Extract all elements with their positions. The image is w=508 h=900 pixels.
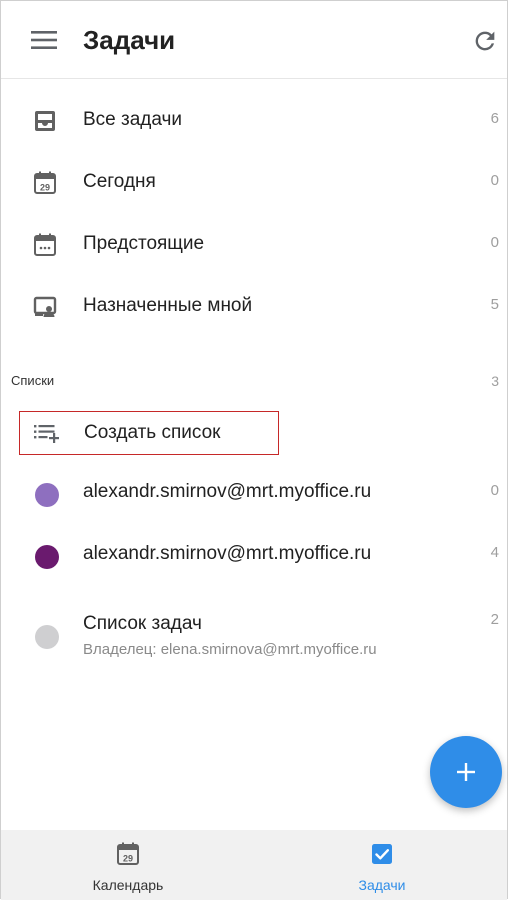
lists-section-header: Списки 3	[1, 369, 507, 393]
list-item[interactable]: Список задач Владелец: elena.smirnova@mr…	[1, 595, 507, 675]
add-task-button[interactable]	[430, 736, 502, 808]
tab-calendar[interactable]: 29 Календарь	[1, 830, 255, 900]
filter-upcoming[interactable]: Предстоящие 0	[1, 215, 507, 275]
create-list-label: Создать список	[84, 422, 221, 443]
checkbox-icon	[372, 844, 392, 864]
filter-label: Сегодня	[83, 171, 156, 192]
list-color-dot	[35, 545, 59, 569]
calendar-day-number: 29	[123, 854, 133, 864]
list-label: alexandr.smirnov@mrt.myoffice.ru	[83, 481, 372, 502]
plus-icon	[457, 763, 475, 781]
assigned-by-me-icon	[33, 296, 57, 317]
inbox-tray-icon	[35, 111, 55, 131]
refresh-icon[interactable]	[471, 27, 499, 55]
tasks-screen: Задачи Все задачи 6 29 Сегодня 0 Предсто…	[0, 0, 508, 900]
filter-label: Все задачи	[83, 109, 183, 130]
list-color-dot	[35, 483, 59, 507]
filter-count: 5	[490, 296, 499, 313]
filter-assigned-by-me[interactable]: Назначенные мной 5	[1, 277, 507, 337]
tab-tasks[interactable]: Задачи	[255, 830, 508, 900]
list-count: 2	[490, 611, 499, 628]
bottom-navigation: 29 Календарь Задачи	[1, 830, 507, 900]
tab-label: Календарь	[92, 877, 164, 893]
list-item[interactable]: alexandr.smirnov@mrt.myoffice.ru 4	[1, 525, 507, 585]
list-count: 4	[490, 544, 499, 561]
list-count: 0	[490, 482, 499, 499]
filter-label: Предстоящие	[83, 233, 205, 254]
calendar-day-icon: 29	[34, 171, 56, 194]
lists-section-count: 3	[491, 373, 499, 389]
list-label: Список задач	[83, 613, 202, 634]
hamburger-menu-icon[interactable]	[31, 29, 57, 51]
calendar-icon: 29	[117, 842, 139, 865]
filter-count: 6	[490, 110, 499, 127]
list-owner: Владелец: elena.smirnova@mrt.myoffice.ru	[83, 641, 377, 658]
list-item[interactable]: alexandr.smirnov@mrt.myoffice.ru 0	[1, 463, 507, 523]
app-bar: Задачи	[1, 1, 507, 79]
playlist-add-icon	[34, 425, 59, 443]
list-label: alexandr.smirnov@mrt.myoffice.ru	[83, 543, 372, 564]
page-title: Задачи	[83, 25, 176, 55]
filter-count: 0	[490, 172, 499, 189]
filter-today[interactable]: 29 Сегодня 0	[1, 153, 507, 213]
calendar-day-number: 29	[40, 183, 50, 193]
list-color-dot	[35, 625, 59, 649]
calendar-upcoming-icon	[34, 233, 56, 256]
create-list-button[interactable]: Создать список	[19, 411, 279, 455]
tab-label: Задачи	[358, 877, 406, 893]
filter-label: Назначенные мной	[83, 295, 253, 316]
filter-all-tasks[interactable]: Все задачи 6	[1, 91, 507, 151]
lists-section-label: Списки	[11, 373, 55, 388]
filter-count: 0	[490, 234, 499, 251]
